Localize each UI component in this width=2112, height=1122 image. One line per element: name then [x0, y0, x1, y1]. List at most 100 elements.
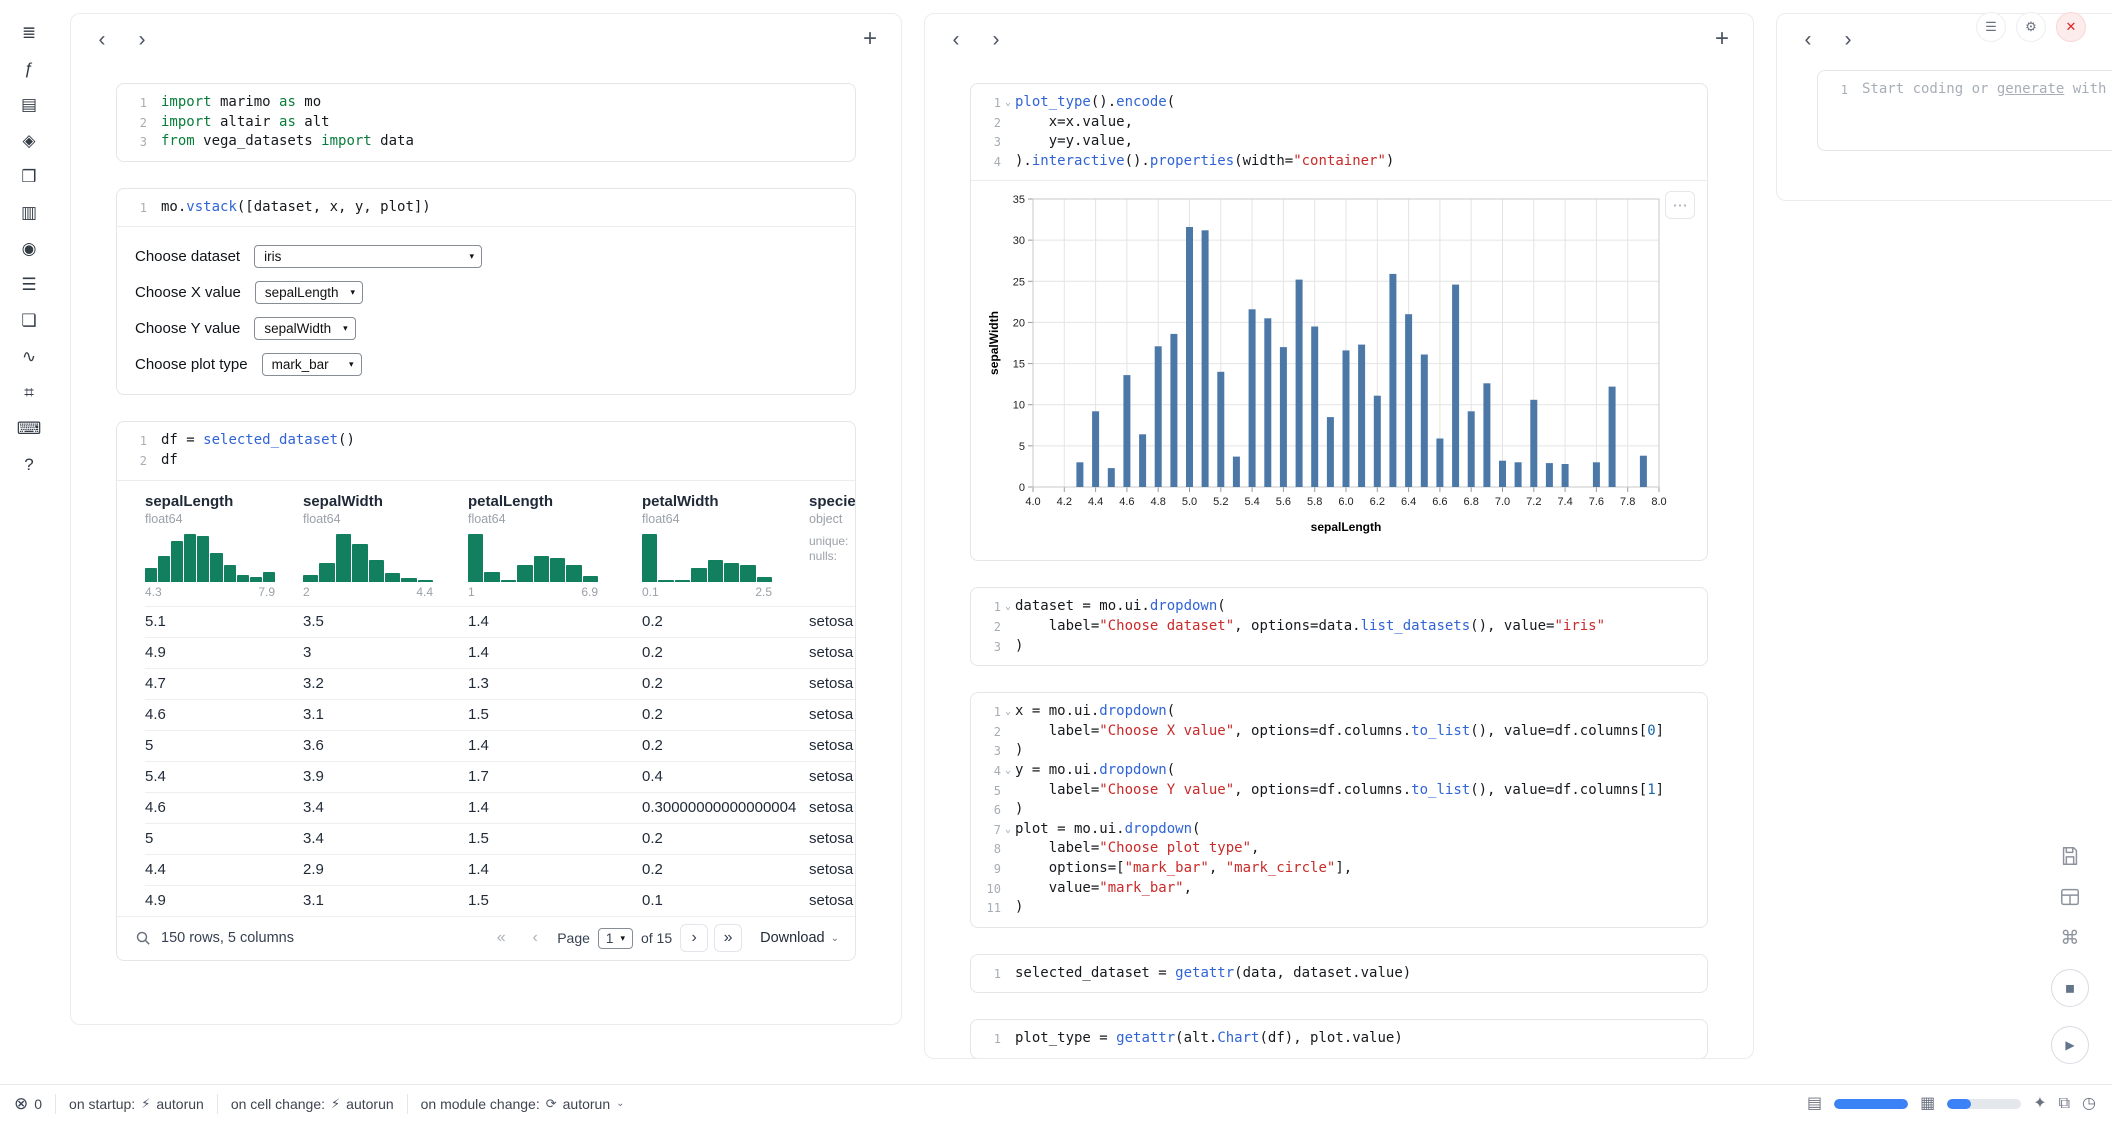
last-page-button[interactable]: »: [714, 924, 742, 952]
packages-icon[interactable]: ❒: [16, 164, 43, 189]
dataset-select[interactable]: iris▾: [254, 245, 482, 268]
x-value-select[interactable]: sepalLength▾: [255, 281, 363, 304]
imports-cell[interactable]: 1import marimo as mo2import altair as al…: [116, 83, 856, 162]
column-header[interactable]: sepalWidthfloat6424.4: [303, 493, 468, 606]
code-editor[interactable]: 1⌄plot_type().encode(2 x=x.value,3 y=y.v…: [971, 84, 1707, 180]
code-line[interactable]: 8 label="Choose plot type",: [977, 839, 1707, 859]
code-line[interactable]: 1import marimo as mo: [123, 93, 855, 113]
console-icon[interactable]: ⌗: [16, 380, 43, 405]
tracing-icon[interactable]: ∿: [16, 344, 43, 369]
column-forward-button[interactable]: ›: [127, 24, 157, 54]
code-line[interactable]: 1mo.vstack([dataset, x, y, plot]): [123, 198, 855, 218]
snippets-icon[interactable]: ⌨: [16, 416, 43, 441]
column-forward-button[interactable]: ›: [1833, 24, 1863, 54]
save-icon[interactable]: [2058, 844, 2082, 868]
search-icon[interactable]: [135, 930, 151, 946]
add-cell-button[interactable]: +: [855, 24, 885, 54]
code-line[interactable]: 1⌄dataset = mo.ui.dropdown(: [977, 597, 1707, 617]
prev-page-button[interactable]: ‹: [521, 924, 549, 952]
code-editor[interactable]: 1selected_dataset = getattr(data, datase…: [971, 955, 1707, 993]
code-line[interactable]: 2df: [123, 451, 855, 471]
next-page-button[interactable]: ›: [680, 924, 708, 952]
integrations-icon[interactable]: ⧉: [2059, 1096, 2070, 1112]
fold-chevron-icon[interactable]: ⌄: [1001, 597, 1015, 617]
table-row[interactable]: 53.41.50.2setosa: [145, 823, 855, 854]
column-back-button[interactable]: ‹: [87, 24, 117, 54]
code-line[interactable]: 1⌄x = mo.ui.dropdown(: [977, 702, 1707, 722]
column-header[interactable]: petalWidthfloat640.12.5: [642, 493, 809, 606]
add-cell-button[interactable]: +: [1707, 24, 1737, 54]
interrupt-button[interactable]: ◼: [2051, 969, 2089, 1007]
first-page-button[interactable]: «: [487, 924, 515, 952]
download-button[interactable]: Download⌄: [760, 930, 839, 946]
code-editor[interactable]: 1df = selected_dataset()2df: [117, 422, 855, 479]
column-header[interactable]: sepalLengthfloat644.37.9: [145, 493, 303, 606]
menu-icon[interactable]: ☰: [1976, 12, 2006, 42]
code-editor[interactable]: 1mo.vstack([dataset, x, y, plot]): [117, 189, 855, 227]
dataframe-cell[interactable]: 1df = selected_dataset()2df sepalLengthf…: [116, 421, 856, 960]
keyboard-shortcuts-icon[interactable]: ⌘: [2058, 926, 2082, 950]
code-line[interactable]: 1⌄plot_type().encode(: [977, 93, 1707, 113]
fold-chevron-icon[interactable]: ⌄: [1001, 93, 1015, 113]
column-header[interactable]: speciesobjectunique:nulls:: [809, 493, 855, 606]
plot-expression-cell[interactable]: 1⌄plot_type().encode(2 x=x.value,3 y=y.v…: [970, 83, 1708, 561]
on-module-change-setting[interactable]: on module change: ⟳ autorun ⌄: [421, 1096, 625, 1112]
empty-cell[interactable]: 1 Start coding or generate with AI: [1817, 70, 2112, 151]
page-select[interactable]: 1▾: [598, 928, 633, 949]
code-line[interactable]: 2 label="Choose X value", options=df.col…: [977, 722, 1707, 742]
fold-chevron-icon[interactable]: ⌄: [1001, 761, 1015, 781]
code-line[interactable]: 1selected_dataset = getattr(data, datase…: [977, 964, 1707, 984]
settings-gear-icon[interactable]: ⚙: [2016, 12, 2046, 42]
code-editor[interactable]: 1 Start coding or generate with AI: [1818, 71, 2112, 109]
code-editor[interactable]: 1⌄x = mo.ui.dropdown(2 label="Choose X v…: [971, 693, 1707, 927]
plot-type-cell[interactable]: 1plot_type = getattr(alt.Chart(df), plot…: [970, 1019, 1708, 1059]
code-editor[interactable]: 1⌄dataset = mo.ui.dropdown(2 label="Choo…: [971, 588, 1707, 665]
layout-panels-icon[interactable]: [2058, 885, 2082, 909]
code-line[interactable]: 2 x=x.value,: [977, 113, 1707, 133]
code-line[interactable]: 3 y=y.value,: [977, 132, 1707, 152]
table-row[interactable]: 4.42.91.40.2setosa: [145, 854, 855, 885]
code-line[interactable]: 9 options=["mark_bar", "mark_circle"],: [977, 859, 1707, 879]
table-row[interactable]: 4.63.41.40.30000000000000004setosa: [145, 792, 855, 823]
on-startup-setting[interactable]: on startup: ⚡ autorun: [69, 1096, 204, 1112]
ai-assistant-icon[interactable]: ✦: [2033, 1096, 2046, 1112]
code-editor[interactable]: 1plot_type = getattr(alt.Chart(df), plot…: [971, 1020, 1707, 1058]
functions-icon[interactable]: ƒ: [16, 56, 43, 81]
selected-dataset-cell[interactable]: 1selected_dataset = getattr(data, datase…: [970, 954, 1708, 994]
outline-icon[interactable]: ☰: [16, 272, 43, 297]
code-line[interactable]: 2import altair as alt: [123, 113, 855, 133]
code-line[interactable]: 7⌄plot = mo.ui.dropdown(: [977, 820, 1707, 840]
code-line[interactable]: 11): [977, 898, 1707, 918]
y-value-select[interactable]: sepalWidth▾: [254, 317, 355, 340]
altair-chart[interactable]: 4.04.24.44.64.85.05.25.45.65.86.06.26.46…: [985, 191, 1697, 548]
dependencies-icon[interactable]: ◈: [16, 128, 43, 153]
error-count-badge[interactable]: ⊗ 0: [14, 1094, 42, 1114]
table-row[interactable]: 4.63.11.50.2setosa: [145, 699, 855, 730]
column-header[interactable]: petalLengthfloat6416.9: [468, 493, 642, 606]
table-row[interactable]: 4.93.11.50.1setosa: [145, 885, 855, 916]
table-row[interactable]: 53.61.40.2setosa: [145, 730, 855, 761]
table-of-contents-icon[interactable]: ≣: [16, 20, 43, 45]
logs-icon[interactable]: ◉: [16, 236, 43, 261]
code-line[interactable]: 4).interactive().properties(width="conta…: [977, 152, 1707, 172]
code-line[interactable]: 10 value="mark_bar",: [977, 879, 1707, 899]
table-row[interactable]: 5.13.51.40.2setosa: [145, 606, 855, 637]
history-icon[interactable]: ◷: [2082, 1096, 2096, 1112]
code-line[interactable]: 1df = selected_dataset(): [123, 431, 855, 451]
vstack-cell[interactable]: 1mo.vstack([dataset, x, y, plot]) Choose…: [116, 188, 856, 396]
files-icon[interactable]: ❏: [16, 308, 43, 333]
run-all-button[interactable]: ▶: [2051, 1026, 2089, 1064]
shutdown-close-icon[interactable]: ✕: [2056, 12, 2086, 42]
datasources-icon[interactable]: ▤: [16, 92, 43, 117]
plot-type-select[interactable]: mark_bar▾: [262, 353, 362, 376]
generate-with-ai-link[interactable]: generate: [1997, 81, 2064, 97]
dataset-dropdown-cell[interactable]: 1⌄dataset = mo.ui.dropdown(2 label="Choo…: [970, 587, 1708, 666]
documentation-icon[interactable]: ▥: [16, 200, 43, 225]
help-icon[interactable]: ?: [16, 452, 43, 477]
code-editor[interactable]: 1import marimo as mo2import altair as al…: [117, 84, 855, 161]
code-line[interactable]: 5 label="Choose Y value", options=df.col…: [977, 781, 1707, 801]
code-line[interactable]: 3): [977, 637, 1707, 657]
code-line[interactable]: 4⌄y = mo.ui.dropdown(: [977, 761, 1707, 781]
fold-chevron-icon[interactable]: ⌄: [1001, 702, 1015, 722]
code-line[interactable]: 3): [977, 741, 1707, 761]
